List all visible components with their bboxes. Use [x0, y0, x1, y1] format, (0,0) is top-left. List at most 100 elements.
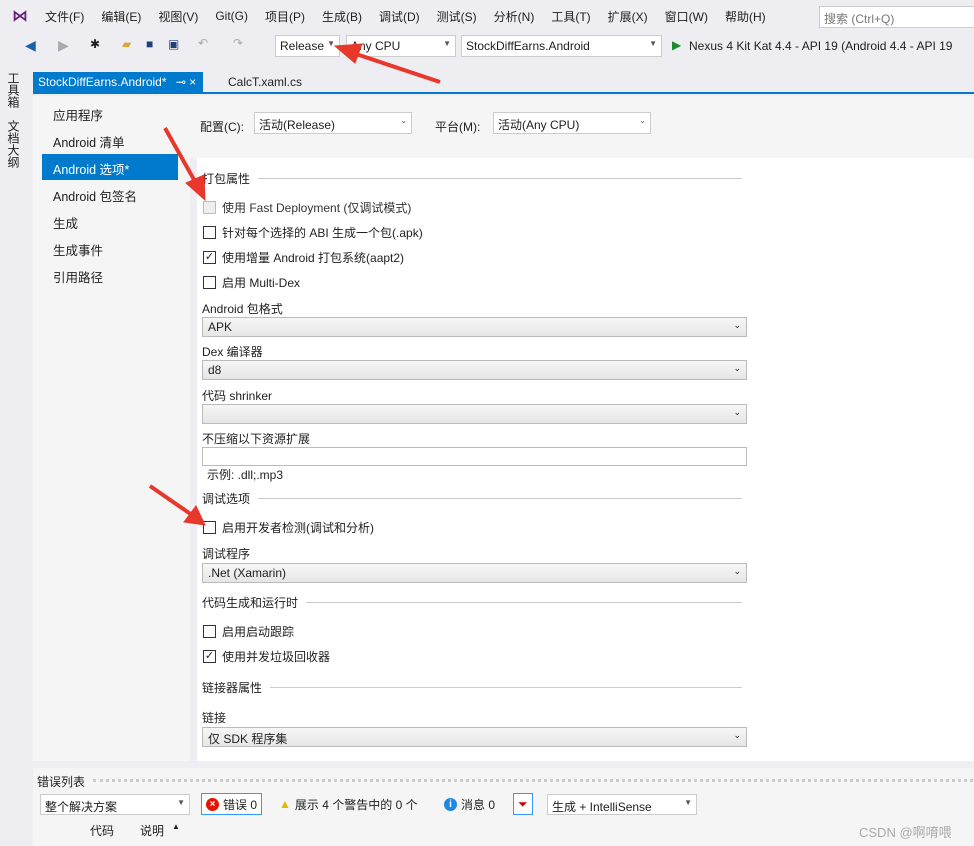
warnings-filter-button[interactable]: ▲ 展示 4 个警告中的 0 个	[275, 793, 422, 815]
package-format-select[interactable]: APK ⌄	[202, 317, 747, 337]
nav-application[interactable]: 应用程序	[42, 100, 178, 126]
source-select[interactable]: 生成 + IntelliSense ▼	[547, 794, 697, 815]
menu-test[interactable]: 测试(S)	[437, 8, 477, 25]
forward-icon[interactable]: ▶	[58, 37, 69, 54]
tab-calct[interactable]: CalcT.xaml.cs	[223, 72, 307, 94]
new-item-icon[interactable]: ✱	[90, 37, 100, 51]
menu-help[interactable]: 帮助(H)	[725, 8, 766, 25]
select-value: 仅 SDK 程序集	[208, 732, 288, 746]
dev-instrumentation-checkbox[interactable]: 启用开发者检测(调试和分析)	[203, 519, 374, 536]
platform-select[interactable]: 活动(Any CPU) ⌄	[493, 112, 651, 134]
column-code[interactable]: 代码	[90, 822, 114, 839]
aapt2-checkbox[interactable]: ✓ 使用增量 Android 打包系统(aapt2)	[203, 249, 404, 266]
dex-compiler-select[interactable]: d8 ⌄	[202, 360, 747, 380]
debug-section: 调试选项	[202, 490, 742, 507]
select-value: 生成 + IntelliSense	[552, 800, 652, 814]
menu-bar: ⋈ 文件(F) 编辑(E) 视图(V) Git(G) 项目(P) 生成(B) 调…	[0, 0, 974, 32]
menu-file[interactable]: 文件(F)	[45, 8, 84, 25]
error-icon: ×	[206, 797, 219, 811]
undo-icon[interactable]: ↶	[198, 36, 208, 50]
config-value: Release	[280, 39, 325, 53]
menu-git[interactable]: Git(G)	[215, 9, 248, 23]
open-icon[interactable]: ▰	[122, 37, 131, 51]
concurrent-gc-checkbox[interactable]: ✓ 使用并发垃圾回收器	[203, 648, 330, 665]
drag-handle[interactable]	[93, 779, 973, 782]
checkbox-label: 使用并发垃圾回收器	[222, 650, 331, 664]
chevron-down-icon: ⌄	[639, 116, 646, 125]
nav-package-signing[interactable]: Android 包签名	[42, 181, 178, 207]
section-title: 代码生成和运行时	[202, 596, 299, 610]
android-options-form: 打包属性 使用 Fast Deployment (仅调试模式) 针对每个选择的 …	[197, 158, 974, 761]
document-outline-tab[interactable]: 文档大纲	[5, 120, 22, 168]
select-value: .Net (Xamarin)	[208, 566, 287, 580]
dex-compiler-label: Dex 编译器	[202, 345, 263, 359]
project-combo[interactable]: StockDiffEarns.Android ▼	[461, 35, 662, 57]
checkbox-label: 启用启动跟踪	[222, 625, 295, 639]
check-icon: ✓	[203, 251, 216, 264]
link-select[interactable]: 仅 SDK 程序集 ⌄	[202, 727, 747, 747]
error-list-title: 错误列表	[37, 775, 86, 789]
menu-edit[interactable]: 编辑(E)	[101, 8, 141, 25]
multidex-checkbox[interactable]: 启用 Multi-Dex	[203, 274, 300, 291]
sort-ascending-icon: ▲	[172, 822, 180, 831]
errors-filter-button[interactable]: × 错误 0	[201, 793, 263, 815]
tab-project-properties[interactable]: StockDiffEarns.Android* ⊸ ×	[33, 72, 203, 94]
select-value: APK	[208, 320, 233, 334]
menu-build[interactable]: 生成(B)	[322, 8, 362, 25]
menu-project[interactable]: 项目(P)	[265, 8, 305, 25]
shrinker-label: 代码 shrinker	[202, 389, 273, 403]
package-format-label: Android 包格式	[202, 302, 283, 316]
search-input[interactable]: 搜索 (Ctrl+Q)	[819, 6, 974, 28]
menu-debug[interactable]: 调试(D)	[379, 8, 420, 25]
platform-select-value: 活动(Any CPU)	[498, 118, 580, 132]
nav-build-events[interactable]: 生成事件	[42, 235, 178, 261]
tab-label: StockDiffEarns.Android*	[38, 75, 167, 89]
nav-build[interactable]: 生成	[42, 208, 178, 234]
menu-extensions[interactable]: 扩展(X)	[608, 8, 648, 25]
messages-filter-button[interactable]: i 消息 0	[440, 793, 499, 815]
run-icon[interactable]: ▶	[672, 38, 681, 52]
chevron-down-icon: ⌄	[733, 320, 741, 330]
nav-android-options[interactable]: Android 选项*	[42, 154, 178, 180]
chevron-down-icon: ⌄	[733, 730, 741, 740]
debugger-select[interactable]: .Net (Xamarin) ⌄	[202, 563, 747, 583]
filter-button[interactable]: ⏷	[513, 793, 533, 815]
nav-android-manifest[interactable]: Android 清单	[42, 127, 178, 153]
per-abi-checkbox[interactable]: 针对每个选择的 ABI 生成一个包(.apk)	[203, 224, 423, 241]
close-icon[interactable]: ×	[189, 75, 196, 89]
column-description[interactable]: 说明	[140, 822, 164, 839]
save-icon[interactable]: ■	[146, 37, 153, 51]
no-compress-input[interactable]	[202, 447, 747, 466]
config-combo[interactable]: Release ▼	[275, 35, 340, 57]
chevron-down-icon: ⌄	[733, 407, 741, 417]
startup-tracing-checkbox[interactable]: 启用启动跟踪	[203, 623, 294, 640]
run-target[interactable]: Nexus 4 Kit Kat 4.4 - API 19 (Android 4.…	[689, 39, 952, 53]
project-value: StockDiffEarns.Android	[466, 39, 590, 53]
menu-window[interactable]: 窗口(W)	[665, 8, 708, 25]
back-icon[interactable]: ◀	[25, 37, 36, 54]
chevron-down-icon: ▼	[177, 798, 185, 807]
packaging-section: 打包属性	[202, 170, 742, 187]
fast-deployment-checkbox[interactable]: 使用 Fast Deployment (仅调试模式)	[203, 199, 411, 216]
property-nav: 应用程序 Android 清单 Android 选项* Android 包签名 …	[33, 96, 190, 761]
no-compress-label: 不压缩以下资源扩展	[202, 432, 311, 446]
shrinker-select[interactable]: ⌄	[202, 404, 747, 424]
menu-tools[interactable]: 工具(T)	[551, 8, 590, 25]
pin-icon[interactable]: ⊸	[176, 75, 186, 89]
chevron-down-icon: ⌄	[733, 363, 741, 373]
menu-view[interactable]: 视图(V)	[158, 8, 198, 25]
platform-value: Any CPU	[351, 39, 401, 53]
platform-label: 平台(M):	[435, 120, 481, 134]
menu-analyze[interactable]: 分析(N)	[494, 8, 535, 25]
checkbox-box	[203, 201, 216, 214]
scope-select[interactable]: 整个解决方案 ▼	[40, 794, 190, 815]
checkbox-label: 使用增量 Android 打包系统(aapt2)	[222, 251, 405, 265]
platform-combo[interactable]: Any CPU ▼	[346, 35, 456, 57]
save-all-icon[interactable]: ▣	[168, 37, 179, 51]
checkbox-label: 启用 Multi-Dex	[222, 276, 301, 290]
redo-icon[interactable]: ↷	[233, 36, 243, 50]
nav-reference-paths[interactable]: 引用路径	[42, 262, 178, 288]
toolbox-tab[interactable]: 工具箱	[5, 72, 22, 108]
chevron-down-icon: ▼	[443, 39, 451, 48]
config-select[interactable]: 活动(Release) ⌄	[254, 112, 412, 134]
